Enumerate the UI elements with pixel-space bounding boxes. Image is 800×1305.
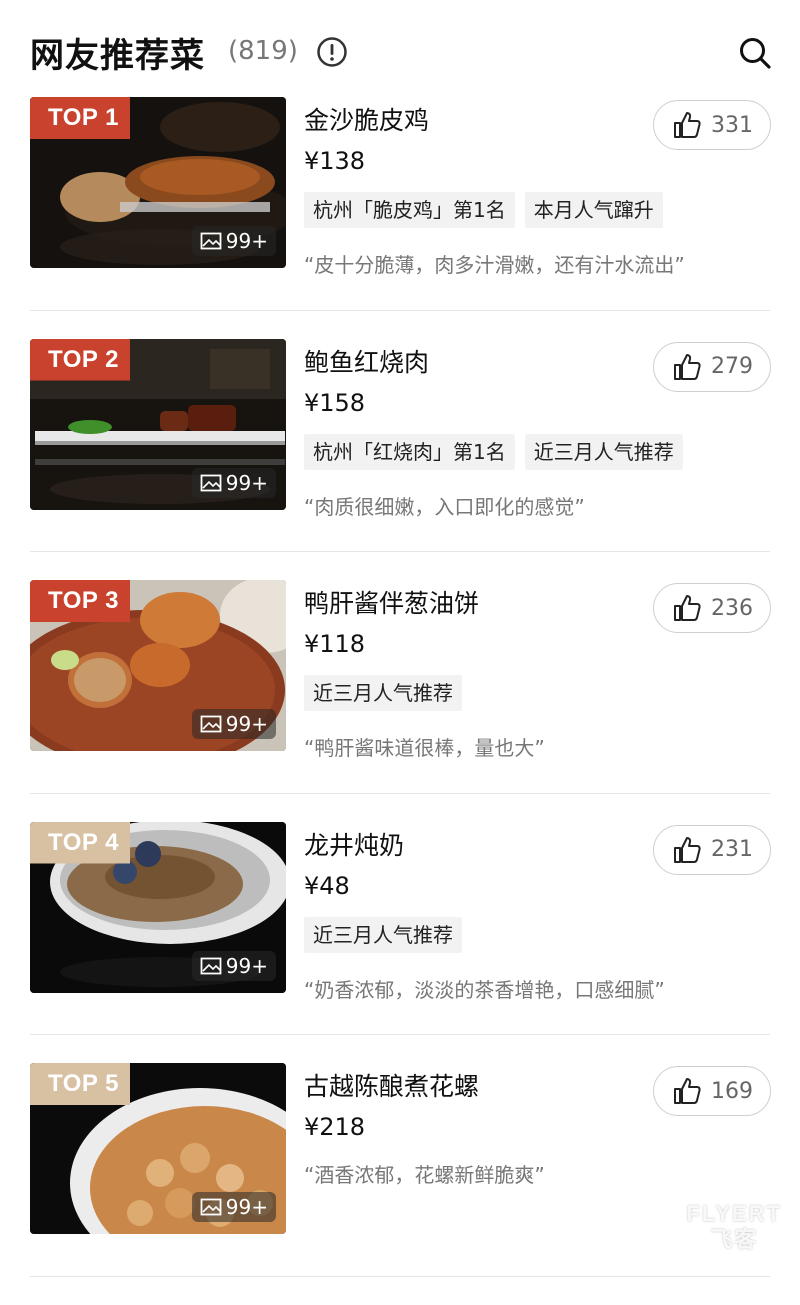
dish-item[interactable]: TOP 1 99+ 金沙脆皮鸡 ¥138 杭州「脆皮鸡」第1名 本月人气蹿升 “… (0, 97, 800, 339)
divider (30, 1275, 770, 1277)
dish-tag: 杭州「脆皮鸡」第1名 (304, 192, 515, 228)
image-icon (200, 715, 222, 733)
like-button[interactable]: 231 (653, 824, 771, 875)
photo-count: 99+ (191, 709, 276, 739)
image-icon (200, 474, 222, 491)
dish-tag: 近三月人气推荐 (304, 675, 462, 711)
like-button[interactable]: 279 (653, 341, 771, 392)
header: 网友推荐菜 (819) (0, 0, 800, 100)
dish-review-quote: “肉质很细嫩，入口即化的感觉” (304, 494, 585, 519)
dish-tags: 杭州「脆皮鸡」第1名 本月人气蹿升 (304, 192, 663, 228)
dish-price: ¥138 (304, 147, 366, 175)
dish-tag: 近三月人气推荐 (304, 916, 462, 953)
rank-badge: TOP 4 (30, 821, 130, 864)
dish-price: ¥48 (304, 871, 350, 900)
like-count: 236 (711, 595, 753, 621)
dish-review-quote: “皮十分脆薄，肉多汁滑嫩，还有汁水流出” (304, 253, 685, 277)
dish-photo[interactable]: TOP 5 99+ (30, 1063, 286, 1234)
photo-count: 99+ (191, 1192, 276, 1222)
thumbs-up-icon (674, 595, 701, 621)
dish-item[interactable]: TOP 3 99+ 鸭肝酱伴葱油饼 ¥118 近三月人气推荐 “鸭肝酱味道很棒，… (0, 580, 800, 822)
dish-review-quote: “鸭肝酱味道很棒，量也大” (304, 736, 545, 760)
image-icon (200, 232, 222, 250)
thumbs-up-icon (674, 836, 701, 863)
photo-count-label: 99+ (225, 229, 268, 253)
dish-price: ¥218 (304, 1113, 366, 1141)
dish-tag: 本月人气蹿升 (524, 192, 663, 228)
watermark: FLYERT 飞客 (686, 1201, 782, 1253)
thumbs-up-icon (674, 353, 701, 380)
photo-count: 99+ (191, 950, 276, 981)
dish-review-quote: “奶香浓郁，淡淡的茶香增艳，口感细腻” (304, 977, 665, 1002)
dish-tag: 杭州「红烧肉」第1名 (304, 433, 515, 470)
image-icon (200, 957, 222, 974)
like-count: 331 (711, 112, 753, 138)
dish-tag: 近三月人气推荐 (524, 433, 683, 470)
dish-photo[interactable]: TOP 1 99+ (30, 97, 286, 268)
photo-count-label: 99+ (225, 953, 268, 978)
divider (30, 1034, 770, 1035)
dish-tags: 杭州「红烧肉」第1名 近三月人气推荐 (304, 433, 683, 470)
rank-badge: TOP 1 (30, 97, 130, 139)
divider (30, 792, 770, 794)
dish-item[interactable]: TOP 4 99+ 龙井炖奶 ¥48 近三月人气推荐 “奶香浓郁，淡淡的茶香增艳… (0, 821, 800, 1064)
dish-photo[interactable]: TOP 3 99+ (30, 580, 286, 751)
dish-price: ¥118 (304, 630, 366, 658)
like-button[interactable]: 169 (653, 1066, 771, 1116)
dish-price: ¥158 (304, 388, 366, 417)
thumbs-up-icon (674, 112, 701, 138)
photo-count-label: 99+ (225, 1195, 268, 1219)
dish-list: TOP 1 99+ 金沙脆皮鸡 ¥138 杭州「脆皮鸡」第1名 本月人气蹿升 “… (0, 97, 800, 1305)
like-button[interactable]: 331 (653, 100, 771, 150)
dish-name: 古越陈酿煮花螺 (304, 1072, 480, 1101)
dish-review-quote: “酒香浓郁，花螺新鲜脆爽” (304, 1163, 545, 1187)
dish-item[interactable]: TOP 2 99+ 鲍鱼红烧肉 ¥158 杭州「红烧肉」第1名 近三月人气推荐 … (0, 338, 800, 581)
like-count: 169 (711, 1078, 753, 1104)
photo-count-label: 99+ (225, 470, 268, 495)
watermark-line1: FLYERT (686, 1201, 782, 1226)
like-count: 279 (711, 354, 753, 379)
photo-count: 99+ (191, 467, 276, 498)
watermark-line2: 飞客 (710, 1227, 759, 1252)
page-title: 网友推荐菜 (30, 36, 205, 76)
dish-name: 鸭肝酱伴葱油饼 (304, 589, 480, 618)
thumbs-up-icon (674, 1078, 701, 1104)
like-count: 231 (711, 837, 753, 862)
dish-tags: 近三月人气推荐 (304, 675, 462, 711)
divider (30, 309, 770, 311)
info-circle-icon[interactable] (316, 36, 348, 68)
dish-name: 龙井炖奶 (304, 830, 405, 860)
dish-photo[interactable]: TOP 4 99+ (30, 821, 286, 993)
dish-name: 金沙脆皮鸡 (304, 106, 430, 135)
photo-count-label: 99+ (225, 712, 268, 736)
dish-photo[interactable]: TOP 2 99+ (30, 338, 286, 510)
image-icon (200, 1198, 222, 1216)
dish-name: 鲍鱼红烧肉 (304, 347, 430, 377)
rank-badge: TOP 5 (30, 1063, 130, 1105)
rank-badge: TOP 2 (30, 338, 130, 381)
like-button[interactable]: 236 (653, 583, 771, 633)
search-icon[interactable] (738, 36, 772, 70)
dish-item[interactable]: TOP 5 99+ 古越陈酿煮花螺 ¥218 “酒香浓郁，花螺新鲜脆爽” 169 (0, 1063, 800, 1305)
divider (30, 551, 770, 552)
photo-count: 99+ (191, 226, 276, 256)
recommend-count: (819) (228, 36, 298, 66)
rank-badge: TOP 3 (30, 580, 130, 622)
dish-tags: 近三月人气推荐 (304, 916, 462, 953)
